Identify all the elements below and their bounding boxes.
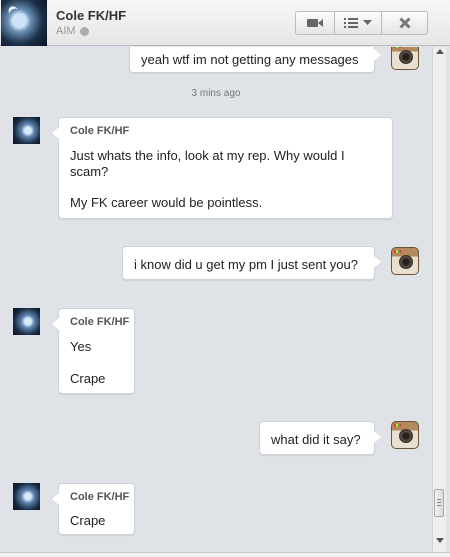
close-icon (398, 17, 411, 29)
message-text: what did it say? (271, 432, 361, 447)
message-sender: Cole FK/HF (70, 316, 130, 328)
message-incoming: Cole FK/HF Just whats the info, look at … (52, 117, 393, 219)
contact-avatar-small (13, 483, 40, 510)
message-text: Crape (70, 513, 106, 528)
contact-avatar-small (13, 117, 40, 144)
message-incoming: Cole FK/HF Crape (52, 483, 135, 535)
input-area-edge (0, 552, 450, 557)
my-avatar (391, 421, 419, 449)
message-sender: Cole FK/HF (70, 491, 130, 503)
message-outgoing: i know did u get my pm I just sent you? (122, 246, 381, 280)
message-text: Crape (70, 371, 106, 386)
chevron-down-icon (363, 20, 372, 25)
message-text: Yes (70, 339, 92, 354)
message-list[interactable]: yeah wtf im not getting any messages 3 m… (0, 47, 432, 552)
contact-avatar-small (13, 308, 40, 335)
contact-avatar[interactable] (1, 0, 47, 46)
message-sender: Cole FK/HF (70, 125, 130, 137)
chat-header: Cole FK/HF AIM (0, 0, 450, 46)
video-camera-icon (307, 19, 323, 27)
my-avatar (391, 247, 419, 275)
message-text: yeah wtf im not getting any messages (141, 52, 359, 67)
scroll-up-arrow-icon[interactable] (436, 49, 444, 54)
contact-name: Cole FK/HF (56, 8, 127, 23)
video-call-button[interactable] (295, 11, 335, 35)
message-timestamp: 3 mins ago (191, 88, 241, 99)
message-outgoing: what did it say? (259, 421, 381, 455)
message-text: My FK career would be pointless. (70, 195, 263, 210)
message-outgoing: yeah wtf im not getting any messages (129, 47, 381, 73)
list-menu-icon (344, 18, 358, 28)
message-text: Just whats the info, look at my rep. Why… (70, 148, 345, 163)
message-text: scam? (70, 164, 109, 179)
status-indicator (80, 27, 89, 36)
close-button[interactable] (381, 11, 428, 35)
scroll-thumb[interactable] (434, 489, 444, 517)
my-avatar (391, 47, 419, 70)
message-incoming: Cole FK/HF Yes Crape (52, 308, 135, 394)
scroll-down-arrow-icon[interactable] (436, 538, 444, 543)
service-label: AIM (56, 25, 76, 37)
message-text: i know did u get my pm I just sent you? (134, 257, 358, 272)
scrollbar[interactable] (432, 47, 446, 552)
menu-button[interactable] (334, 11, 382, 35)
